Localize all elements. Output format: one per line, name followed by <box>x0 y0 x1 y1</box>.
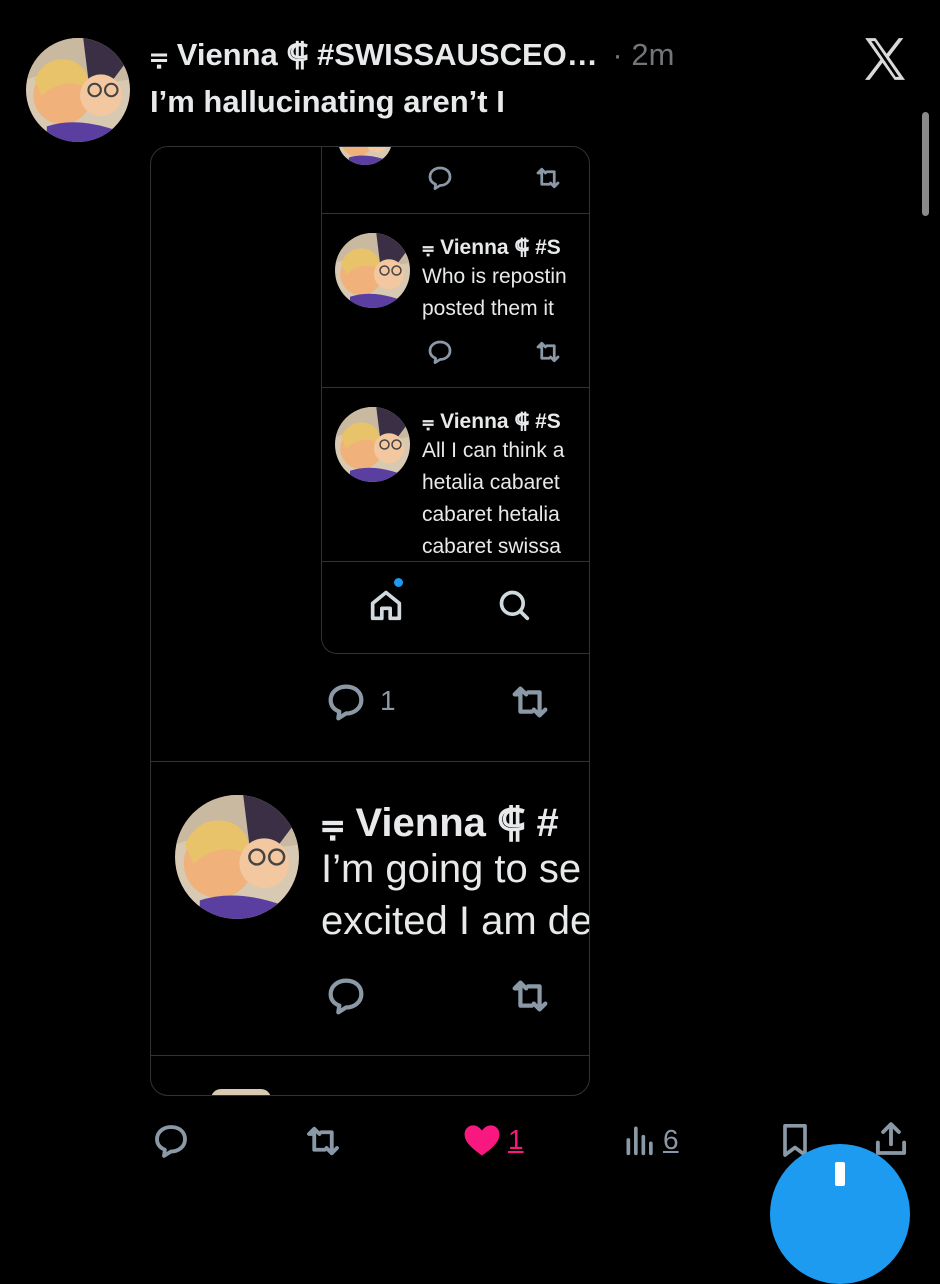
repost-icon <box>536 341 560 363</box>
avatar <box>335 233 410 308</box>
embedded-tweet-line: cabaret hetalia <box>422 503 560 526</box>
reply-count: 1 <box>380 685 396 716</box>
reply-icon <box>328 978 364 1015</box>
author-display-name[interactable]: ⩦ Vienna ⸿ #SWISSAUSCEO… <box>150 37 598 72</box>
avatar-partial <box>211 1089 271 1095</box>
repost-icon <box>512 980 548 1012</box>
reply-icon <box>428 340 452 364</box>
repost-icon[interactable] <box>302 1120 344 1162</box>
embedded-tweet-line: Who is repostin <box>422 265 567 288</box>
embedded-tweet-name: ⩦ Vienna ⸿ #S <box>422 236 561 259</box>
embedded-tweet-line: I’m going to se <box>321 847 582 891</box>
avatar[interactable] <box>26 38 130 142</box>
repost-icon <box>536 167 560 189</box>
search-icon <box>499 590 530 621</box>
embedded-tweet-name: ⩦ Vienna ⸿ #S <box>422 410 561 433</box>
like-count[interactable]: 1 <box>508 1124 524 1156</box>
embedded-tweet-line: All I can think a <box>422 439 565 462</box>
reply-icon <box>328 684 364 721</box>
post-text: I’m hallucinating aren’t I <box>150 84 505 119</box>
embedded-tweet-line: cabaret swissa <box>422 535 561 558</box>
avatar <box>175 795 299 919</box>
inner-screenshot: ⩦ Vienna ⸿ #S Who is repostin posted the… <box>321 146 589 654</box>
embedded-screenshot[interactable]: ⩦ Vienna ⸿ #S Who is repostin posted the… <box>150 146 590 1096</box>
author-line: ⩦ Vienna ⸿ #SWISSAUSCEO… · 2m <box>150 33 674 75</box>
divider <box>322 561 589 562</box>
embedded-tweet-line: hetalia cabaret <box>422 471 560 494</box>
heart-icon[interactable] <box>460 1118 504 1162</box>
views-icon[interactable] <box>620 1120 660 1160</box>
embedded-tweet-name: ⩦ Vienna ⸿ # <box>321 801 559 845</box>
compose-button[interactable] <box>770 1144 910 1284</box>
reply-icon[interactable] <box>150 1120 192 1162</box>
reply-icon <box>428 166 452 190</box>
avatar <box>338 146 392 165</box>
embedded-tweet-line: posted them it <box>422 297 554 320</box>
views-count[interactable]: 6 <box>663 1124 679 1156</box>
divider <box>151 1055 589 1056</box>
notification-dot <box>394 578 403 587</box>
post-time: · 2m <box>612 37 675 72</box>
repost-icon <box>512 686 548 718</box>
divider <box>322 213 589 214</box>
embedded-tweet-line: excited I am de <box>321 899 589 943</box>
avatar <box>335 407 410 482</box>
divider <box>151 761 589 762</box>
plus-icon <box>835 1162 845 1186</box>
x-logo-icon[interactable] <box>860 34 910 84</box>
scrollbar[interactable] <box>922 112 929 216</box>
divider <box>322 387 589 388</box>
home-icon <box>370 590 402 621</box>
